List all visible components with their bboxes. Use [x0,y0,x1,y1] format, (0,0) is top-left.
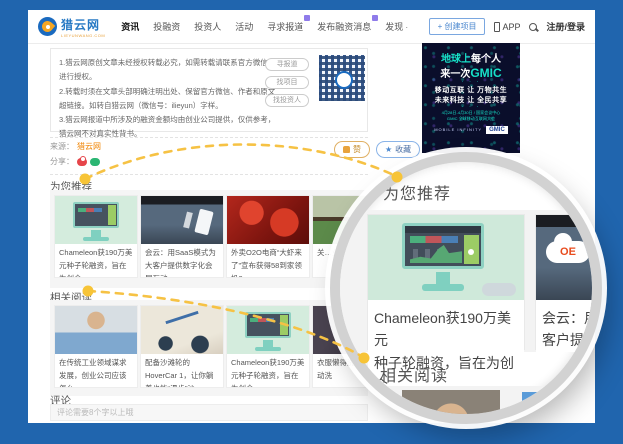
new-badge-icon [372,15,378,21]
seek-report-pill[interactable]: 寻报道 [265,58,309,71]
nav-menu: 资讯 投融资 投资人 活动 寻求报道 发布融资消息 发现 [121,20,408,33]
notice-line-2: 2.转载时须在文章头部明确注明出处、保留官方微信、作者和原文超链接。如转自猎云网… [59,85,277,114]
magnified-portrait-sliver [402,390,500,416]
gmic-ad-banner[interactable]: 地球上每个人 来一次GMIC · · · 移动互联 让 万物共生 未来科技 让 … [422,43,520,153]
thumbs-up-icon [343,146,350,153]
article-actions: 赞 ★收藏 [334,141,420,158]
source-link[interactable]: 猎云网 [77,141,101,152]
ad-line2-brand: GMIC [470,66,501,80]
magnifier-lens: 为您推荐 Chameleon获190万美元 种子轮融资，旨在为创企 OE 会云 … [330,152,602,424]
login-register-link[interactable]: 注册/登录 [546,20,585,33]
crayfish-photo [227,196,309,244]
recommend-card-chameleon[interactable]: Chameleon获190万美元种子轮融资，旨在为创企 [55,196,137,277]
source-row: 来源： 猎云网 [50,141,101,152]
card-title: 外卖O2O电商“大虾来了”宣布获得58到家领投3 [227,244,309,277]
nav-item-news[interactable]: 资讯 [121,20,139,33]
weibo-share-icon[interactable] [77,158,87,166]
related-card-hovercart[interactable]: 配备沙滩轮的HoverCar 1，让你躺着也能“漫步”沙 [141,306,223,387]
share-row: 分享： [50,156,100,167]
nav-item-events[interactable]: 活动 [235,20,253,33]
magnified-card-title-line1: Chameleon获190万美元 [374,307,518,352]
comment-input[interactable] [50,404,368,421]
site-domain: LIEYUNWANG.COM [61,33,105,38]
search-icon[interactable] [529,23,537,31]
cloud-label: 会云 [596,245,602,260]
reprint-notice-box: 1.猎云网原创文章未经授权转载必究，如需转载请联系官方微信号进行授权。 2.转载… [50,48,368,132]
magnified-card-title-line1: 会云：用Saa [542,307,602,329]
ad-dots: · · · [422,105,520,110]
magnified-related-title: 相关阅读 [380,362,448,386]
wechat-qr-code [319,55,365,101]
nav-item-investment[interactable]: 投融资 [153,20,180,33]
monitor-chart-illustration-large [368,215,524,300]
ad-headline-highlight: 地球上 [441,54,471,65]
find-investor-pill[interactable]: 找投资人 [265,94,309,107]
new-badge-icon [304,15,310,21]
nav-right: + 创建项目 APP 注册/登录 [429,18,585,35]
magnified-card-chameleon[interactable]: Chameleon获190万美元 种子轮融资，旨在为创企 [368,215,524,349]
card-title: Chameleon获190万美元种子轮融资，旨在为创企 [55,244,137,277]
monitor-chart-illustration [227,306,309,354]
nav-item-discover[interactable]: 发现 [385,20,408,33]
nav-item-investors[interactable]: 投资人 [194,20,221,33]
site-logo[interactable]: 猎云网 LIEYUNWANG.COM [38,16,105,38]
app-link[interactable]: APP [494,22,520,32]
notice-line-1: 1.猎云网原创文章未经授权转载必究，如需转载请联系官方微信号进行授权。 [59,56,277,85]
divider [50,174,368,175]
related-card-chameleon[interactable]: Chameleon获190万美元种子轮融资，旨在为创企 [227,306,309,387]
beach-cart-photo [141,306,223,354]
ad-date-line: 4月28日-4月30日 / 国家会议中心 [427,110,515,115]
nav-item-publish-funding[interactable]: 发布融资消息 [317,20,371,33]
phone-icon [494,22,500,32]
card-title: Chameleon获190万美元种子轮融资，旨在为创企 [227,354,309,387]
recommend-card-crayfish[interactable]: 外卖O2O电商“大虾来了”宣布获得58到家领投3 [227,196,309,277]
card-title: 配备沙滩轮的HoverCar 1，让你躺着也能“漫步”沙 [141,354,223,387]
ad-headline-rest: 每个人 [471,54,501,65]
ad-footer-text: MOBILE INFINITY [434,127,482,133]
share-label: 分享： [50,156,74,167]
lieyun-logo-icon [38,17,57,36]
card-title: 在传统工业领域谋求发展，创业公司应该怎么 [55,354,137,387]
card-title: 会云：用SaaS模式为大客户提供数字化会展互动 [141,244,223,277]
favorite-button[interactable]: ★收藏 [376,141,420,158]
create-project-button[interactable]: + 创建项目 [429,18,486,35]
gmic-logo: GMIC [486,126,508,134]
find-project-pill[interactable]: 找项目 [265,76,309,89]
recommend-card-huiyun[interactable]: 会云：用SaaS模式为大客户提供数字化会展互动 [141,196,223,277]
screenshot-canvas: 猎云网 LIEYUNWANG.COM 资讯 投融资 投资人 活动 寻求报道 发布… [0,0,623,444]
star-icon: ★ [385,145,392,154]
monitor-chart-illustration [55,196,137,244]
magnified-recommend-title: 为您推荐 [383,180,451,204]
divider [50,137,368,138]
nav-item-seek-report[interactable]: 寻求报道 [267,20,303,33]
notice-actions: 寻报道 找项目 找投资人 [265,58,309,112]
oe-cloud-logo: OE [546,241,590,263]
ad-slogan-1: 移动互联 让 万物共生 [422,85,520,95]
related-card-industry[interactable]: 在传统工业领域谋求发展，创业公司应该怎么 [55,306,137,387]
founder-portrait-photo [55,306,137,354]
wechat-share-icon[interactable] [90,158,100,166]
expo-phone-photo [141,196,223,244]
navbar: 猎云网 LIEYUNWANG.COM 资讯 投融资 投资人 活动 寻求报道 发布… [28,10,595,44]
magnified-blue-chip: 家 [522,392,554,414]
source-label: 来源： [50,141,74,152]
like-button[interactable]: 赞 [334,141,370,158]
site-name: 猎云网 [61,16,105,33]
ad-event-line: GMIC 全球移动互联网大会 [427,116,515,121]
